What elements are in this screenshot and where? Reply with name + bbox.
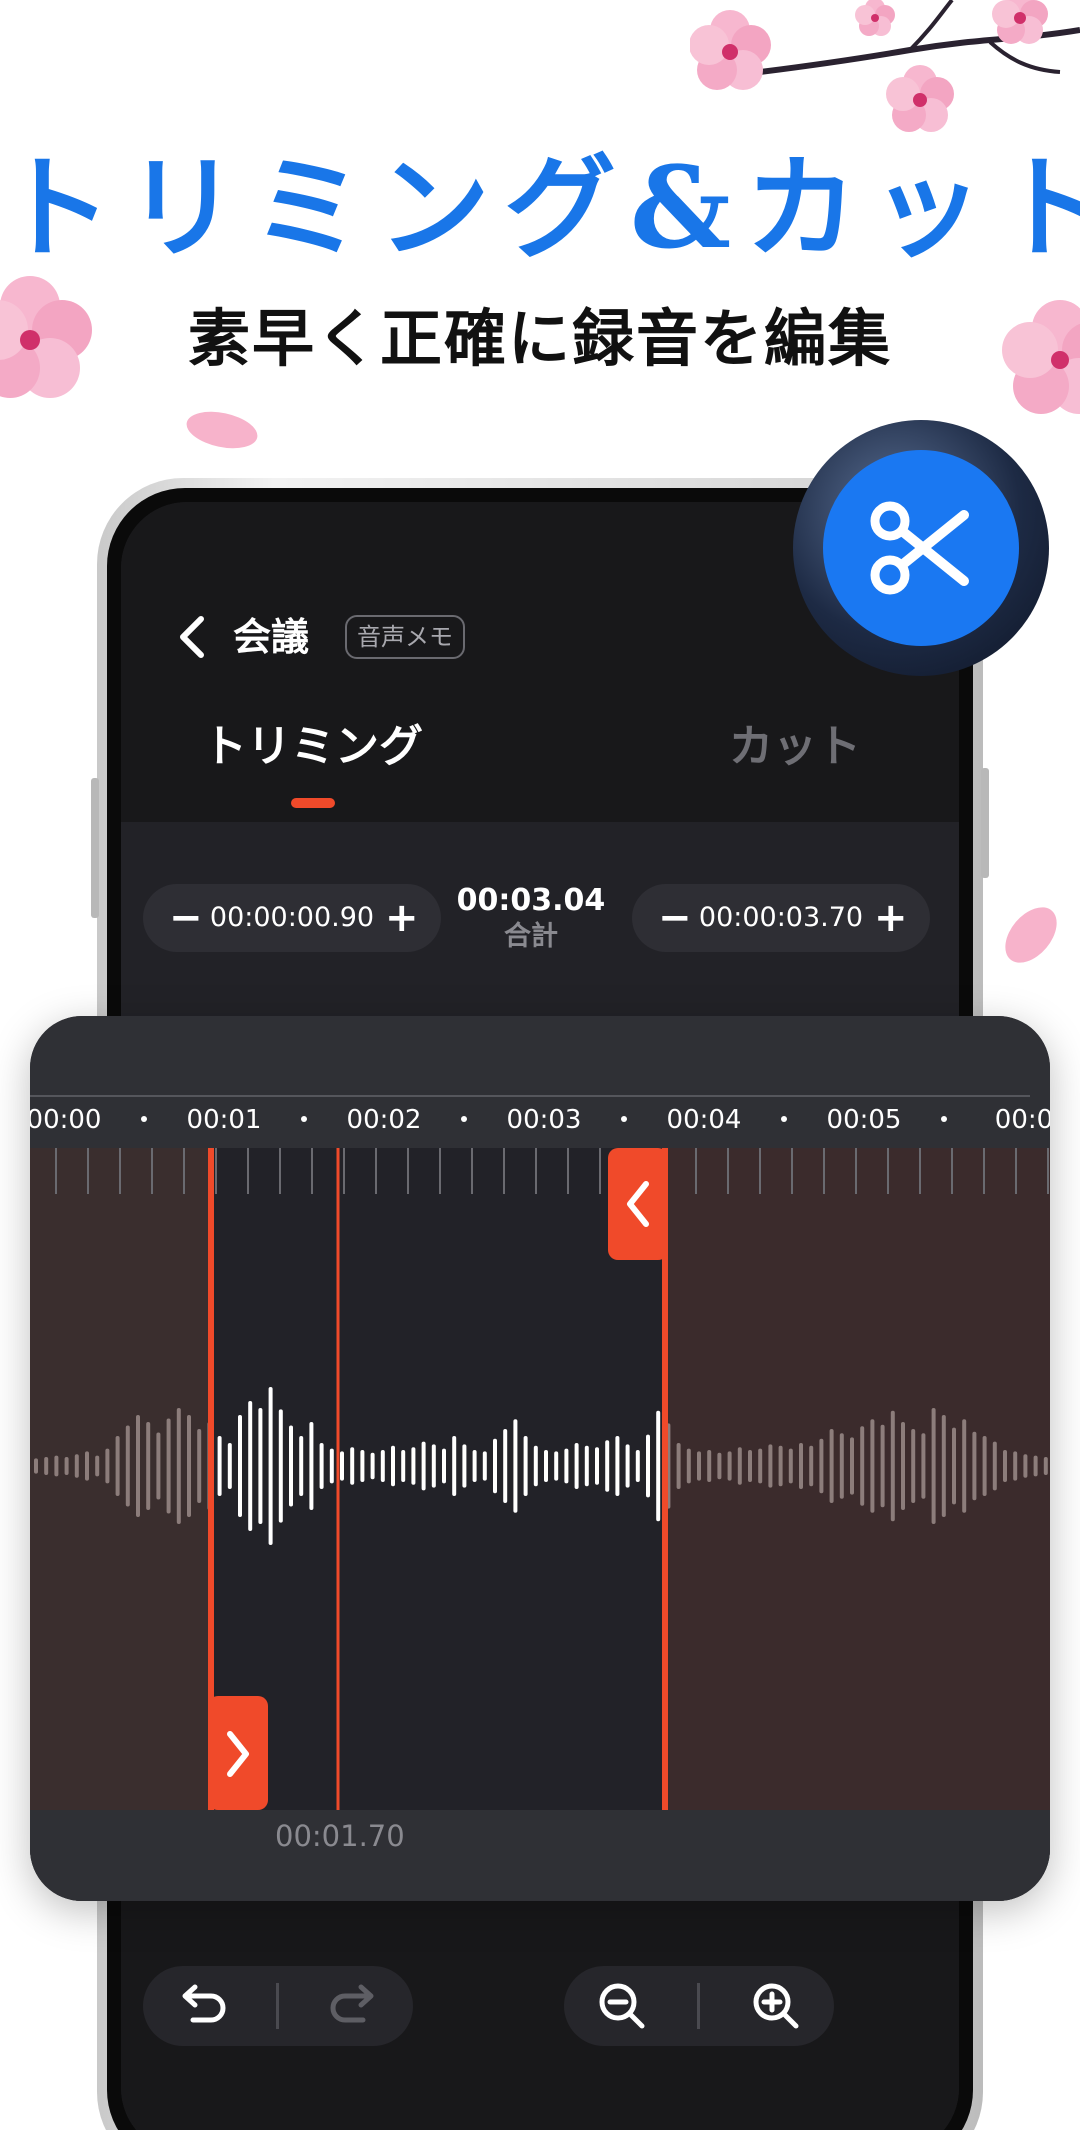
undo-redo-divider (276, 1983, 280, 2029)
timeline-tick-label: 00:0 (995, 1105, 1050, 1135)
trimmed-region-right (665, 1148, 1050, 1810)
timeline-tick-label: 00:05 (827, 1105, 902, 1135)
tab-cut[interactable]: カット (729, 717, 861, 777)
redo-button[interactable] (315, 1971, 395, 2041)
active-tab-indicator (291, 798, 335, 808)
timeline-dot (141, 1116, 147, 1122)
back-button[interactable] (167, 607, 217, 667)
phone-side-button (91, 778, 99, 918)
start-time-decrement-button[interactable]: − (169, 884, 203, 952)
trimmed-region-left (30, 1148, 211, 1810)
zoom-divider (697, 1983, 701, 2029)
timeline-tick-label: 00:02 (347, 1105, 422, 1135)
petal-decoration (186, 411, 258, 449)
recording-title: 会議 (233, 615, 310, 659)
scissors-badge-inner (823, 450, 1019, 646)
timeline-tick-label: 00:00 (30, 1105, 101, 1135)
chevron-left-icon (180, 616, 204, 658)
total-duration-value: 00:03.04 (456, 883, 606, 918)
zoom-out-icon (599, 1983, 645, 2029)
timeline-dot (461, 1116, 467, 1122)
scissors-icon (870, 501, 969, 595)
trim-start-handle[interactable] (208, 1696, 268, 1810)
zoom-in-icon (753, 1983, 799, 2029)
petal-decoration-right (1005, 907, 1057, 963)
zoom-out-button[interactable] (582, 1971, 662, 2041)
timeline-dot (941, 1116, 947, 1122)
timeline-tick-label: 00:04 (667, 1105, 742, 1135)
timeline-dot (301, 1116, 307, 1122)
phone-power-button (981, 768, 989, 878)
undo-icon (182, 1984, 226, 2023)
start-time-stepper: − 00:00:00.90 + (143, 884, 441, 952)
playhead-time-label: 00:01.70 (275, 1819, 405, 1853)
end-time-stepper: − 00:00:03.70 + (632, 884, 930, 952)
start-time-increment-button[interactable]: + (385, 884, 419, 952)
total-duration-label: 合計 (504, 921, 558, 952)
timeline-tick-label: 00:01 (187, 1105, 262, 1135)
zoom-group (564, 1966, 834, 2046)
zoom-in-button[interactable] (736, 1971, 816, 2041)
timeline-dot (621, 1116, 627, 1122)
undo-redo-group (143, 1966, 413, 2046)
total-duration: 00:03.04 合計 (441, 882, 621, 954)
waveform-timeline: 00:00 00:01 00:02 00:03 00:04 00:05 00:0 (30, 1016, 1050, 1901)
undo-button[interactable] (161, 1971, 241, 2041)
redo-icon (330, 1984, 374, 2023)
trim-end-handle[interactable] (608, 1148, 668, 1260)
end-time-value: 00:00:03.70 (698, 902, 864, 933)
timeline-dot (781, 1116, 787, 1122)
tab-trimming[interactable]: トリミング (203, 717, 423, 777)
promo-subheadline: 素早く正確に録音を編集 (187, 302, 892, 375)
recording-type-badge: 音声メモ (345, 615, 465, 659)
scissors-badge (793, 420, 1049, 676)
promo-headline: トリミング&カット (0, 143, 1080, 274)
start-time-value: 00:00:00.90 (209, 902, 375, 933)
waveform-editor[interactable]: 00:00 00:01 00:02 00:03 00:04 00:05 00:0 00:01… (30, 1016, 1050, 1901)
timeline-tick-label: 00:03 (507, 1105, 582, 1135)
end-time-decrement-button[interactable]: − (658, 884, 692, 952)
end-time-increment-button[interactable]: + (874, 884, 908, 952)
